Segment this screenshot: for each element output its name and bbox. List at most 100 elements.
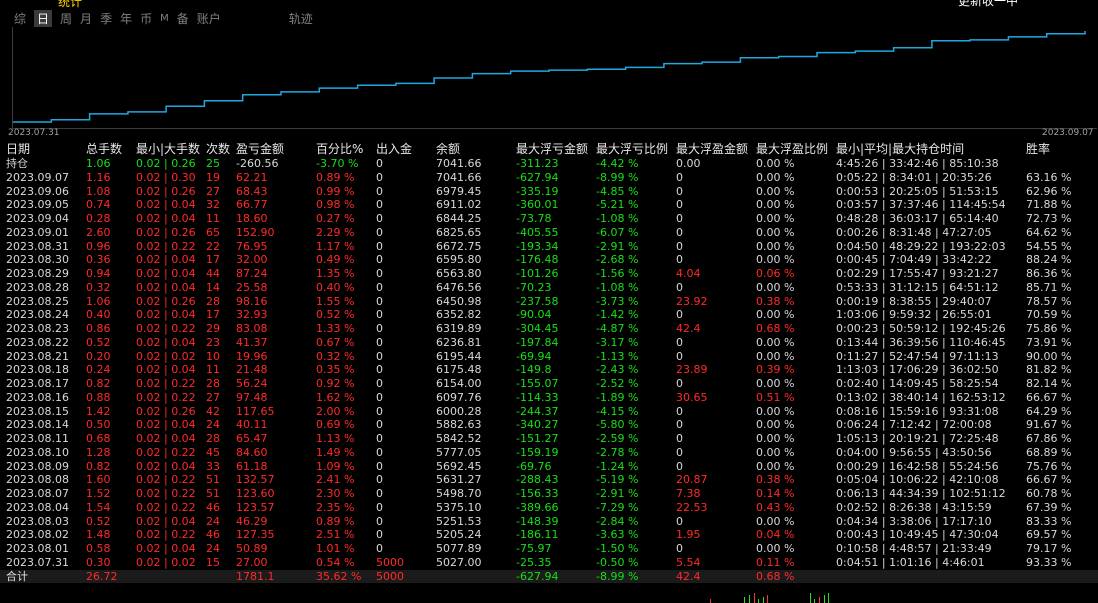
table-row[interactable]: 2023.08.24 0.40 0.02 | 0.04 17 32.93 0.52 % 0 6…: [0, 308, 1098, 322]
table-row[interactable]: 2023.09.06 1.08 0.02 | 0.26 27 68.43 0.99 % 0 6…: [0, 185, 1098, 199]
tab-0[interactable]: 综: [14, 10, 26, 27]
table-row[interactable]: 2023.08.23 0.86 0.02 | 0.22 29 83.08 1.33 % 0 6…: [0, 322, 1098, 336]
cell-hold-time: 0:00:26 | 8:31:48 | 47:27:05: [836, 225, 992, 239]
table-row[interactable]: 2023.08.10 1.28 0.02 | 0.22 45 84.60 1.49 % 0 5…: [0, 446, 1098, 460]
cell-deposit: 0: [376, 212, 383, 225]
cell-hold-time: 0:00:23 | 50:59:12 | 192:45:26: [836, 322, 1006, 335]
cell-max-float-loss: -151.27: [516, 432, 559, 445]
table-row[interactable]: 2023.08.07 1.52 0.02 | 0.22 51 123.60 2.30 % 0…: [0, 487, 1098, 501]
total-row[interactable]: 合计 26.72 1781.1 35.62 % 5000 -627.94 -8.99 % 42…: [0, 569, 1098, 584]
table-row[interactable]: 2023.08.03 0.52 0.02 | 0.04 24 46.29 0.89 % 0 5…: [0, 515, 1098, 529]
cell-win-rate: 81.82 %: [1026, 363, 1072, 377]
table-row[interactable]: 2023.08.01 0.58 0.02 | 0.04 24 50.89 1.01 % 0 5…: [0, 542, 1098, 556]
table-row[interactable]: 2023.09.04 0.28 0.02 | 0.04 11 18.60 0.27 % 0 6…: [0, 212, 1098, 226]
cell-date: 2023.07.31: [6, 555, 69, 569]
cell-max-float-loss: -25.35: [516, 555, 552, 569]
table-row[interactable]: 2023.08.09 0.82 0.02 | 0.04 33 61.18 1.09 % 0 5…: [0, 460, 1098, 474]
cell-win-rate: 54.55 %: [1026, 239, 1072, 253]
header-pnl[interactable]: 盈亏金额: [236, 142, 284, 157]
cell-balance: 6672.75: [436, 239, 482, 253]
table-row[interactable]: 2023.08.29 0.94 0.02 | 0.04 44 87.24 1.35 % 0 6…: [0, 267, 1098, 281]
tab-6[interactable]: 币: [140, 10, 152, 27]
header-percent[interactable]: 百分比%: [316, 142, 363, 157]
cell-max-float-loss: -73.78: [516, 212, 552, 225]
header-max-float-gain[interactable]: 最大浮盈金额: [676, 142, 748, 157]
header-max-float-gain-pct[interactable]: 最大浮盈比例: [756, 142, 828, 157]
cell-pnl: 127.35: [236, 528, 275, 542]
cell-balance: 5777.05: [436, 445, 482, 459]
table-row[interactable]: 2023.08.21 0.20 0.02 | 0.02 10 19.96 0.32 % 0 6…: [0, 350, 1098, 364]
cell-max-float-gain: 42.4: [676, 569, 701, 583]
table-row[interactable]: 2023.08.17 0.82 0.02 | 0.22 28 56.24 0.92 % 0 6…: [0, 377, 1098, 391]
header-max-float-loss-pct[interactable]: 最大浮亏比例: [596, 142, 668, 157]
table-row[interactable]: 2023.08.04 1.54 0.02 | 0.22 46 123.57 2.35 % 0…: [0, 501, 1098, 515]
cell-min-max-lots: 0.02 | 0.04: [136, 514, 196, 528]
tab-7[interactable]: M: [160, 13, 169, 24]
cell-max-float-gain-pct: 0.00 %: [756, 445, 795, 459]
cell-balance: 5251.53: [436, 514, 482, 528]
table-row[interactable]: 2023.08.14 0.50 0.02 | 0.04 24 40.11 0.69 % 0 5…: [0, 418, 1098, 432]
cell-pnl: 132.57: [236, 473, 275, 487]
cell-min-max-lots: 0.02 | 0.04: [136, 542, 196, 555]
cell-max-float-loss-pct: -1.08 %: [596, 212, 639, 225]
tab-9[interactable]: 账户: [197, 10, 221, 27]
cell-max-float-loss: -335.19: [516, 184, 559, 198]
table-row[interactable]: 2023.09.07 1.16 0.02 | 0.30 19 62.21 0.89 % 0 7…: [0, 171, 1098, 185]
table-row[interactable]: 2023.08.22 0.52 0.02 | 0.04 23 41.37 0.67 % 0 6…: [0, 336, 1098, 350]
header-max-float-loss[interactable]: 最大浮亏金额: [516, 142, 588, 157]
cell-total-lots: 1.16: [86, 170, 111, 184]
cell-win-rate: 93.33 %: [1026, 555, 1072, 569]
table-row[interactable]: 2023.08.31 0.96 0.02 | 0.22 22 76.95 1.17 % 0 6…: [0, 240, 1098, 254]
cell-date: 2023.08.25: [6, 294, 69, 308]
header-total-lots[interactable]: 总手数: [86, 142, 122, 157]
cell-max-float-loss-pct: -3.73 %: [596, 294, 639, 308]
cell-percent: 1.09 %: [316, 459, 355, 473]
cell-balance: 5375.10: [436, 500, 482, 514]
cell-max-float-gain-pct: 0.00 %: [756, 542, 795, 555]
cell-date: 2023.08.17: [6, 377, 69, 390]
tab-10[interactable]: 轨迹: [289, 10, 313, 27]
cell-date: 2023.08.31: [6, 239, 69, 253]
cell-deposit: 0: [376, 225, 383, 239]
table-row[interactable]: 2023.09.01 2.60 0.02 | 0.26 65 152.90 2.29 % 0…: [0, 226, 1098, 240]
table-row[interactable]: 2023.08.28 0.32 0.02 | 0.04 14 25.58 0.40 % 0 6…: [0, 281, 1098, 295]
cell-max-float-gain: 0: [676, 253, 683, 267]
header-date[interactable]: 日期: [6, 142, 30, 157]
tab-4[interactable]: 季: [100, 10, 112, 27]
cell-max-float-gain-pct: 0.00 %: [756, 198, 795, 212]
cell-max-float-gain: 0: [676, 445, 683, 459]
header-win-rate[interactable]: 胜率: [1026, 142, 1050, 157]
table-row[interactable]: 2023.08.15 1.42 0.02 | 0.26 42 117.65 2.00 % 0…: [0, 405, 1098, 419]
table-row[interactable]: 2023.08.02 1.48 0.02 | 0.22 46 127.35 2.51 % 0…: [0, 528, 1098, 542]
table-row[interactable]: 2023.08.25 1.06 0.02 | 0.26 28 98.16 1.55 % 0 6…: [0, 295, 1098, 309]
cell-count: 45: [206, 445, 220, 459]
tab-1[interactable]: 日: [34, 9, 53, 27]
tab-8[interactable]: 备: [177, 10, 189, 27]
table-row[interactable]: 2023.09.05 0.74 0.02 | 0.04 32 66.77 0.98 % 0 6…: [0, 198, 1098, 212]
cell-min-max-lots: 0.02 | 0.26: [136, 184, 196, 198]
header-deposit[interactable]: 出入金: [376, 142, 412, 157]
header-min-max-lots[interactable]: 最小|大手数: [136, 142, 200, 157]
cell-min-max-lots: 0.02 | 0.04: [136, 212, 196, 225]
table-row[interactable]: 2023.08.11 0.68 0.02 | 0.04 28 65.47 1.13 % 0 5…: [0, 432, 1098, 446]
table-row[interactable]: 2023.08.08 1.60 0.02 | 0.22 51 132.57 2.41 % 0…: [0, 473, 1098, 487]
table-row[interactable]: 2023.08.30 0.36 0.02 | 0.04 17 32.00 0.49 % 0 6…: [0, 253, 1098, 267]
cell-max-float-loss: -156.33: [516, 487, 559, 500]
tab-5[interactable]: 年: [120, 10, 132, 27]
open-position-row[interactable]: 持仓 1.06 0.02 | 0.26 25 -260.56 -3.70 % 0 7041.6…: [0, 157, 1098, 171]
table-row[interactable]: 2023.07.31 0.30 0.02 | 0.02 15 27.00 0.54 % 50…: [0, 556, 1098, 570]
cell-count: 24: [206, 514, 220, 528]
cell-hold-time: 0:10:58 | 4:48:57 | 21:33:49: [836, 542, 992, 555]
cell-count: 25: [206, 157, 220, 170]
tab-3[interactable]: 月: [80, 10, 92, 27]
table-row[interactable]: 2023.08.18 0.24 0.02 | 0.04 11 21.48 0.35 % 0 6…: [0, 363, 1098, 377]
cell-balance: 5631.27: [436, 473, 482, 487]
cell-max-float-loss: -197.84: [516, 335, 559, 349]
header-count[interactable]: 次数: [206, 142, 230, 157]
table-row[interactable]: 2023.08.16 0.88 0.02 | 0.22 27 97.48 1.62 % 0 6…: [0, 391, 1098, 405]
header-hold-time[interactable]: 最小|平均|最大持仓时间: [836, 142, 964, 157]
header-balance[interactable]: 余额: [436, 142, 460, 157]
tab-2[interactable]: 周: [60, 10, 72, 27]
cell-max-float-loss-pct: -4.87 %: [596, 322, 639, 335]
cell-count: 46: [206, 500, 220, 514]
